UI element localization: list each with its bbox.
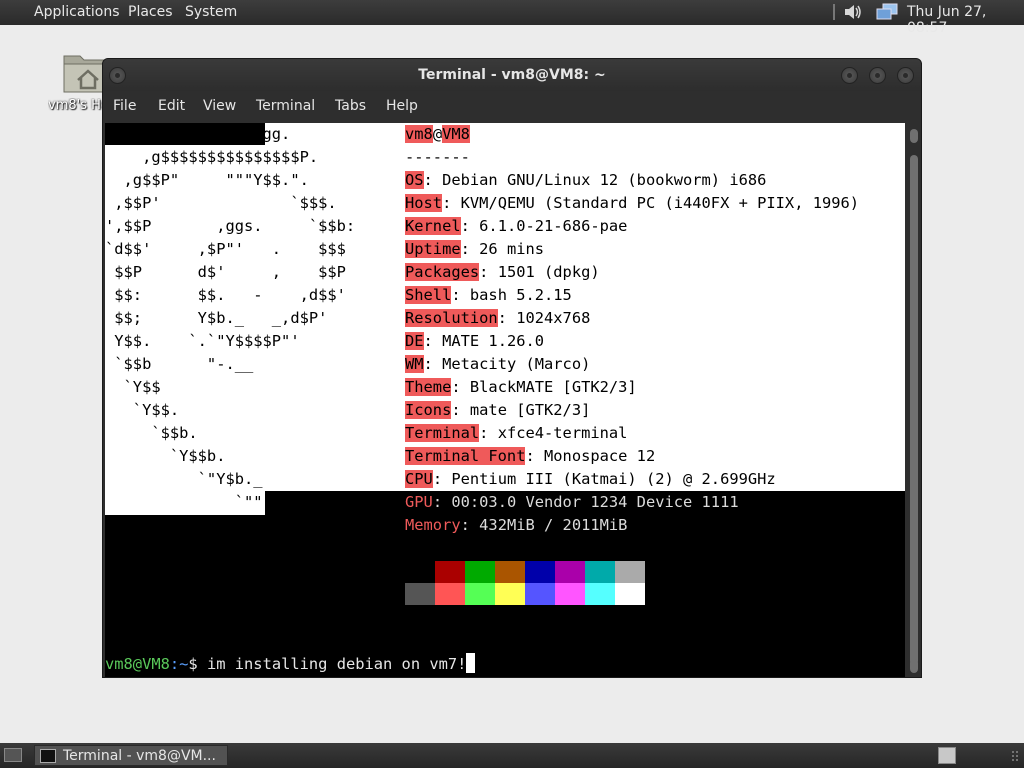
info-row: Shell: bash 5.2.15	[405, 286, 572, 304]
info-row: GPU: 00:03.0 Vendor 1234 Device 1111	[405, 493, 739, 511]
workspace-switcher[interactable]	[938, 747, 956, 764]
color-swatch	[585, 583, 615, 605]
color-swatch	[555, 561, 585, 583]
info-row: CPU: Pentium III (Katmai) (2) @ 2.699GHz	[405, 470, 776, 488]
logo-line: $$P d$' , $$P	[105, 263, 346, 281]
home-folder-label[interactable]: vm8's Home	[48, 98, 104, 113]
color-swatch	[615, 583, 645, 605]
applications-menu[interactable]: Applications	[34, 4, 120, 20]
window-title: Terminal - vm8@VM8: ~	[418, 67, 606, 83]
logo-line: `Y$$	[105, 378, 161, 396]
info-row: OS: Debian GNU/Linux 12 (bookworm) i686	[405, 171, 767, 189]
color-swatch	[465, 561, 495, 583]
color-swatch	[435, 583, 465, 605]
logo-line: `$$b.	[105, 424, 198, 442]
system-menu[interactable]: System	[185, 4, 237, 20]
color-swatch	[555, 583, 585, 605]
info-separator: -------	[405, 148, 470, 166]
network-icon[interactable]	[875, 3, 899, 21]
maximize-button[interactable]	[869, 67, 886, 84]
scroll-up-arrow[interactable]	[910, 129, 918, 143]
menu-edit[interactable]: Edit	[158, 98, 185, 114]
info-row: Packages: 1501 (dpkg)	[405, 263, 600, 281]
close-button[interactable]	[897, 67, 914, 84]
taskbar-terminal[interactable]: Terminal - vm8@VM...	[34, 745, 228, 766]
clock[interactable]: Thu Jun 27, 08:57	[907, 4, 1024, 36]
menu-help[interactable]: Help	[386, 98, 418, 114]
menu-view[interactable]: View	[203, 98, 236, 114]
info-row: WM: Metacity (Marco)	[405, 355, 591, 373]
scroll-down-arrow[interactable]	[910, 659, 918, 673]
color-swatch	[405, 583, 435, 605]
info-row: Theme: BlackMATE [GTK2/3]	[405, 378, 637, 396]
info-row: Host: KVM/QEMU (Standard PC (i440FX + PI…	[405, 194, 860, 212]
info-row: Uptime: 26 mins	[405, 240, 545, 258]
places-menu[interactable]: Places	[128, 4, 173, 20]
taskbar-terminal-label: Terminal - vm8@VM...	[63, 748, 216, 764]
logo-line: ',$$P ,ggs. `$$b:	[105, 217, 356, 235]
info-row: Memory: 432MiB / 2011MiB	[405, 516, 628, 534]
info-row: Resolution: 1024x768	[405, 309, 591, 327]
logo-line: `Y$$.	[105, 401, 180, 419]
logo-line: _,met$$$$$gg.	[105, 125, 291, 143]
color-swatch	[495, 561, 525, 583]
logo-line: `$$b "-.__	[105, 355, 254, 373]
color-swatch	[615, 561, 645, 583]
window-menubar: File Edit View Terminal Tabs Help	[103, 91, 921, 123]
scroll-thumb[interactable]	[910, 155, 918, 665]
info-row: Terminal: xfce4-terminal	[405, 424, 628, 442]
bottom-panel: Terminal - vm8@VM...	[0, 743, 1024, 768]
color-swatch	[405, 561, 435, 583]
logo-line: `"""	[105, 493, 272, 511]
color-swatch	[525, 583, 555, 605]
color-swatch	[465, 583, 495, 605]
logo-line: Y$$. `.`"Y$$$$P"'	[105, 332, 300, 350]
top-panel: Applications Places System Thu Jun 27, 0…	[0, 0, 1024, 36]
show-desktop-icon[interactable]	[4, 748, 22, 762]
logo-line: $$: $$. - ,d$$'	[105, 286, 346, 304]
logo-line: ,g$$$$$$$$$$$$$$$P.	[105, 148, 319, 166]
window-titlebar[interactable]: Terminal - vm8@VM8: ~	[103, 59, 921, 91]
color-swatch	[435, 561, 465, 583]
info-row: Terminal Font: Monospace 12	[405, 447, 656, 465]
logo-line: ,g$$P" """Y$$.".	[105, 171, 309, 189]
terminal-output[interactable]: _,met$$$$$gg. ,g$$$$$$$$$$$$$$$P. ,g$$P"…	[105, 123, 905, 677]
logo-line: ,$$P' `$$$.	[105, 194, 337, 212]
panel-grip-icon	[1012, 751, 1018, 761]
command-prompt[interactable]: vm8@VM8:~$ im installing debian on vm7!	[105, 653, 476, 673]
menu-terminal[interactable]: Terminal	[256, 98, 315, 114]
logo-line: $$; Y$b._ _,d$P'	[105, 309, 328, 327]
terminal-icon	[40, 749, 56, 763]
volume-icon[interactable]	[843, 3, 863, 21]
info-row: Icons: mate [GTK2/3]	[405, 401, 591, 419]
terminal-window: Terminal - vm8@VM8: ~ File Edit View Ter…	[102, 58, 922, 678]
logo-line: `"Y$b._	[105, 470, 263, 488]
menu-tabs[interactable]: Tabs	[335, 98, 366, 114]
info-row: DE: MATE 1.26.0	[405, 332, 545, 350]
text-cursor	[466, 653, 476, 673]
color-swatch	[495, 583, 525, 605]
scrollbar[interactable]	[907, 123, 921, 677]
menu-file[interactable]: File	[113, 98, 136, 114]
color-swatch	[525, 561, 555, 583]
logo-line: `d$$' ,$P"' . $$$	[105, 240, 346, 258]
minimize-button[interactable]	[841, 67, 858, 84]
info-row: Kernel: 6.1.0-21-686-pae	[405, 217, 628, 235]
logo-line: `Y$$b.	[105, 447, 226, 465]
color-swatch	[585, 561, 615, 583]
user-host: vm8@VM8	[405, 125, 470, 143]
panel-separator	[833, 4, 835, 20]
